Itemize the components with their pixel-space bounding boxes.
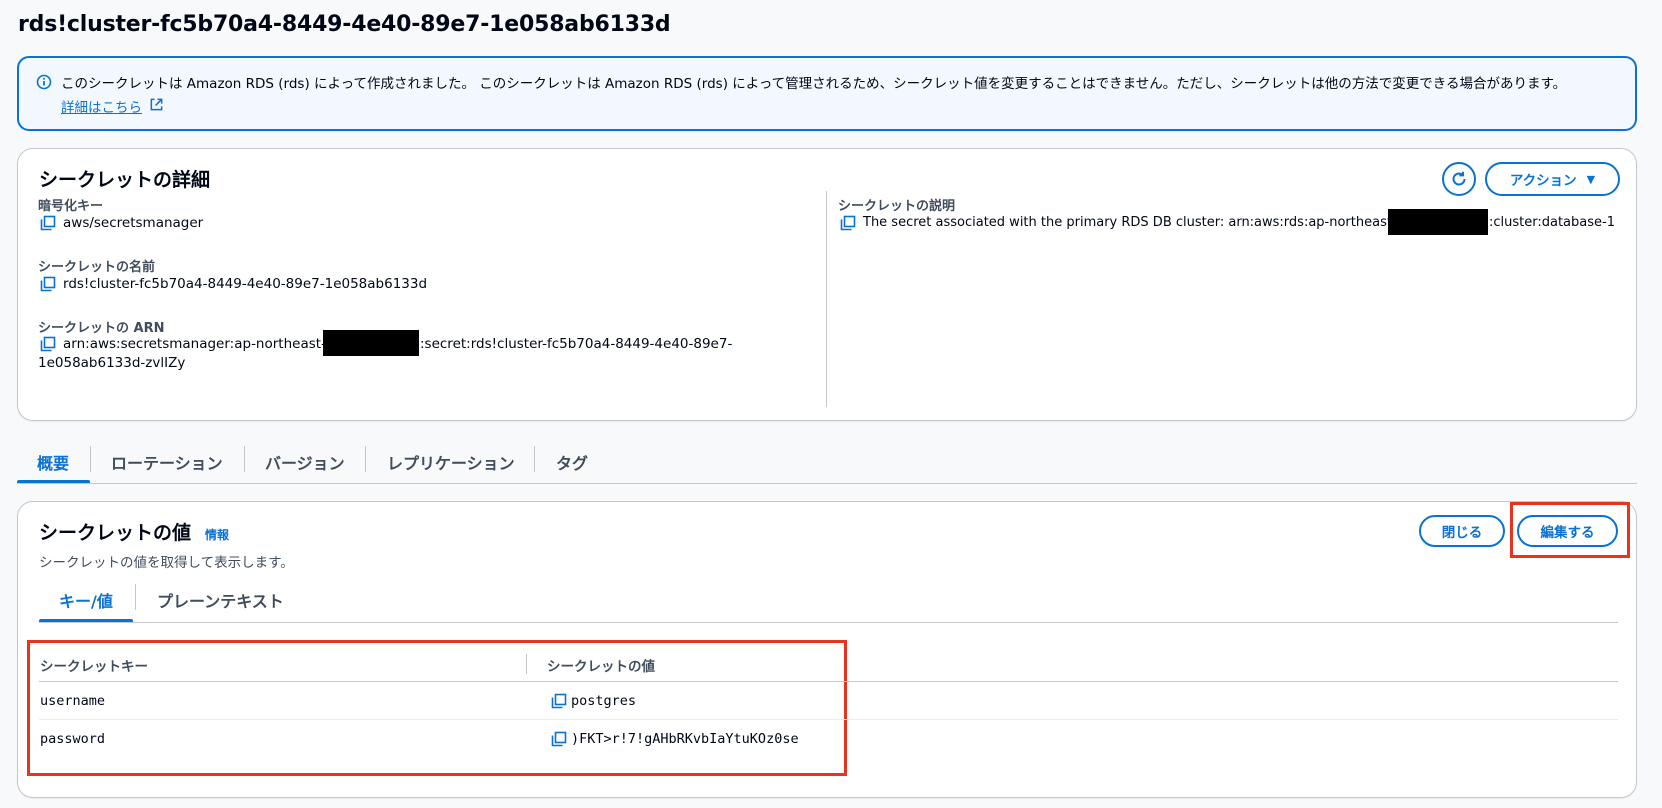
tab-separator: [135, 584, 136, 610]
redacted-account-id: [1388, 209, 1488, 235]
tab-overview[interactable]: 概要: [37, 450, 69, 474]
tab-separator: [90, 446, 91, 472]
tab-separator: [244, 446, 245, 472]
tab-replication[interactable]: レプリケーション: [387, 450, 515, 474]
secret-arn-value-suffix: :secret:rds!cluster-fc5b70a4-8449-4e40-8…: [420, 336, 733, 352]
column-header-value: シークレットの値: [547, 659, 655, 675]
secret-value-title: シークレットの値: [39, 522, 192, 544]
table-row-key: password: [40, 731, 106, 747]
table-header-divider: [39, 681, 1618, 682]
refresh-icon: [1452, 171, 1466, 186]
table-highlight-box: [27, 640, 847, 776]
tab-tags[interactable]: タグ: [556, 450, 588, 474]
tab-key-value[interactable]: キー/値: [59, 588, 113, 612]
secret-name-value: rds!cluster-fc5b70a4-8449-4e40-89e7-1e05…: [63, 276, 428, 292]
column-divider: [826, 191, 827, 407]
tab-versions[interactable]: バージョン: [265, 450, 345, 474]
tabs-baseline: [17, 483, 1637, 484]
table-row-value: postgres: [571, 693, 637, 709]
copy-icon[interactable]: [40, 215, 56, 231]
secret-arn-value-line2: 1e058ab6133d-zvlIZy: [38, 355, 186, 371]
caret-down-icon: ▼: [1586, 172, 1596, 186]
tab-separator: [534, 446, 535, 472]
secret-details-container: シークレットの詳細 アクション ▼ 暗号化キー aws/secretsmanag…: [17, 148, 1637, 421]
tab-plaintext[interactable]: プレーンテキスト: [157, 588, 284, 612]
inner-tabs-baseline: [39, 622, 1618, 623]
column-header-key: シークレットキー: [40, 659, 148, 675]
page-title: rds!cluster-fc5b70a4-8449-4e40-89e7-1e05…: [18, 12, 671, 37]
copy-icon[interactable]: [40, 276, 56, 292]
table-row-divider: [39, 719, 1618, 720]
copy-icon[interactable]: [840, 215, 856, 231]
secret-value-container: シークレットの値 情報 シークレットの値を取得して表示します。 閉じる 編集する…: [17, 501, 1637, 798]
details-title: シークレットの詳細: [39, 169, 211, 191]
learn-more-link[interactable]: 詳細はこちら: [61, 96, 142, 116]
secret-arn-label: シークレットの ARN: [38, 321, 165, 336]
close-button[interactable]: 閉じる: [1419, 515, 1505, 547]
external-link-icon[interactable]: [149, 97, 164, 112]
tab-separator: [365, 446, 366, 472]
edit-button[interactable]: 編集する: [1517, 515, 1618, 547]
encryption-key-label: 暗号化キー: [38, 199, 104, 214]
column-header-separator: [526, 654, 527, 674]
description-label: シークレットの説明: [838, 199, 956, 214]
description-value-prefix: The secret associated with the primary R…: [863, 215, 1410, 230]
actions-button[interactable]: アクション ▼: [1485, 162, 1620, 196]
redacted-account-id: [323, 330, 419, 356]
info-link[interactable]: 情報: [205, 526, 229, 543]
copy-icon[interactable]: [551, 693, 567, 709]
secret-arn-value-prefix: arn:aws:secretsmanager:ap-northeast-1:: [63, 336, 340, 352]
copy-icon[interactable]: [40, 336, 56, 352]
encryption-key-value: aws/secretsmanager: [63, 215, 204, 231]
secret-name-label: シークレットの名前: [38, 260, 156, 275]
actions-button-label: アクション: [1509, 173, 1577, 189]
description-value-suffix: :cluster:database-1: [1489, 215, 1615, 230]
copy-icon[interactable]: [551, 731, 567, 747]
table-row-value: )FKT>r!7!gAHbRKvbIaYtuKOz0se: [571, 731, 799, 747]
alert-message: このシークレットは Amazon RDS (rds) によって作成されました。 …: [61, 76, 1567, 92]
info-alert: このシークレットは Amazon RDS (rds) によって作成されました。 …: [17, 56, 1637, 131]
secret-value-subtitle: シークレットの値を取得して表示します。: [39, 555, 294, 571]
tab-rotation[interactable]: ローテーション: [111, 450, 223, 474]
table-row-key: username: [40, 693, 106, 709]
info-icon: [36, 74, 52, 90]
refresh-button[interactable]: [1442, 162, 1476, 196]
